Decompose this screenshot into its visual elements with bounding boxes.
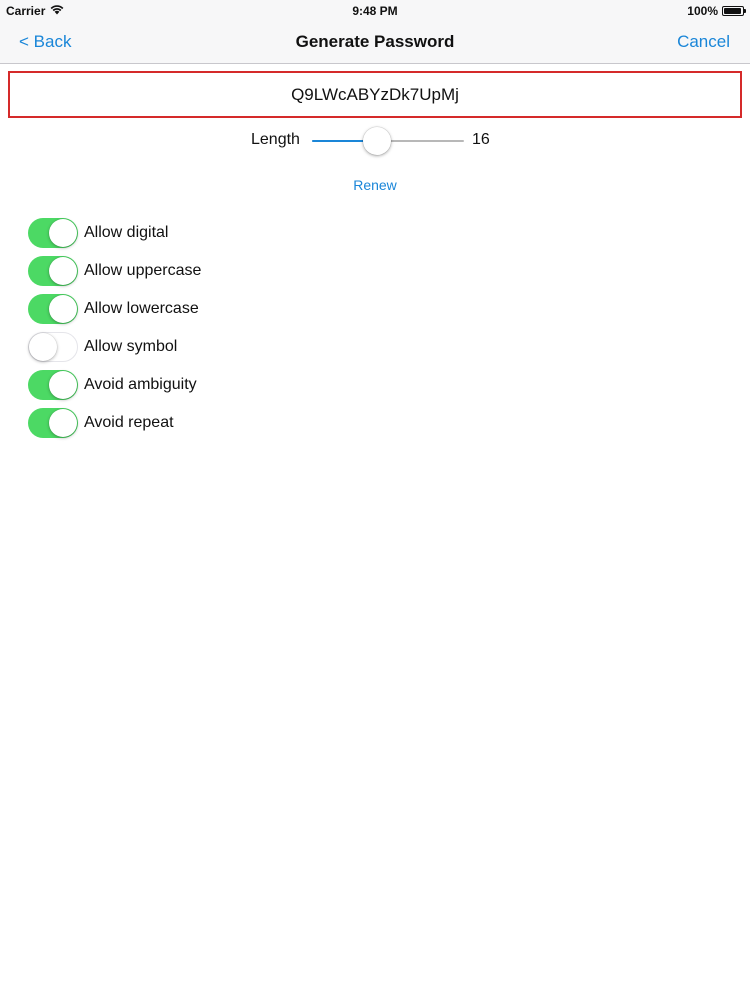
avoid-ambiguity-toggle[interactable] xyxy=(28,370,78,400)
length-value: 16 xyxy=(472,131,490,148)
allow-uppercase-toggle[interactable] xyxy=(28,256,78,286)
page-title: Generate Password xyxy=(295,32,455,51)
toggle-knob xyxy=(49,295,77,323)
allow-digital-label: Allow digital xyxy=(84,224,169,241)
status-right: 100% xyxy=(687,4,746,18)
status-bar: Carrier 9:48 PM 100% xyxy=(0,0,750,20)
allow-digital-toggle[interactable] xyxy=(28,218,78,248)
allow-symbol-toggle[interactable] xyxy=(28,332,78,362)
length-label: Length xyxy=(251,131,300,148)
battery-percent: 100% xyxy=(687,4,718,18)
generate-password-screen: Carrier 9:48 PM 100% < Back Generate Pas… xyxy=(0,0,750,1000)
battery-icon xyxy=(722,6,746,16)
allow-symbol-label: Allow symbol xyxy=(84,338,178,355)
avoid-repeat-toggle[interactable] xyxy=(28,408,78,438)
avoid-ambiguity-label: Avoid ambiguity xyxy=(84,376,197,393)
allow-uppercase-label: Allow uppercase xyxy=(84,262,202,279)
allow-lowercase-toggle[interactable] xyxy=(28,294,78,324)
status-time: 9:48 PM xyxy=(352,4,398,18)
length-slider[interactable] xyxy=(312,127,464,155)
allow-lowercase-label: Allow lowercase xyxy=(84,300,199,317)
cancel-button[interactable]: Cancel xyxy=(677,32,730,52)
renew-button[interactable]: Renew xyxy=(0,177,750,193)
toggle-knob xyxy=(49,371,77,399)
slider-thumb[interactable] xyxy=(363,127,391,155)
toggle-knob xyxy=(29,333,57,361)
toggle-knob xyxy=(49,219,77,247)
avoid-repeat-label: Avoid repeat xyxy=(84,414,174,431)
navigation-bar: < Back Generate Password Cancel xyxy=(0,20,750,64)
toggle-knob xyxy=(49,257,77,285)
toggle-knob xyxy=(49,409,77,437)
password-field[interactable]: Q9LWcABYzDk7UpMj xyxy=(8,71,742,118)
